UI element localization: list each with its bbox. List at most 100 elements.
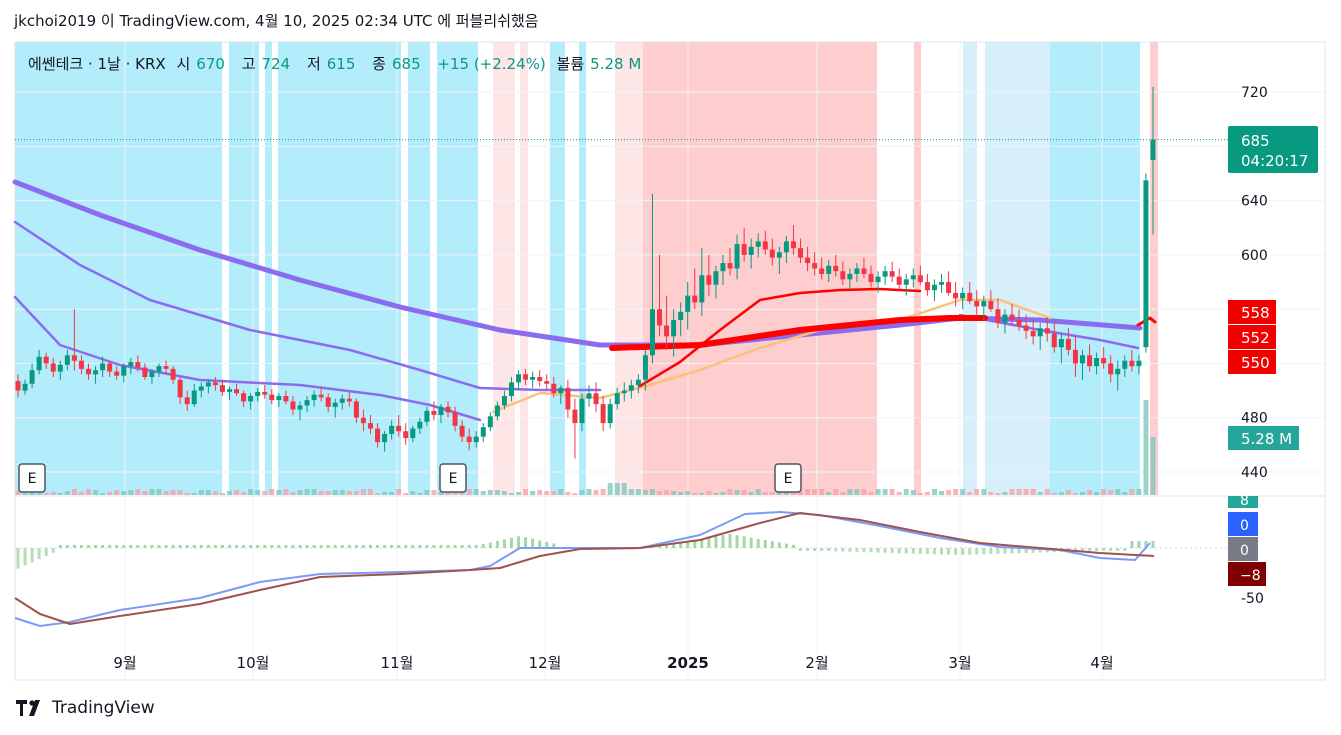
macd-histogram-bar bbox=[108, 545, 112, 548]
candle-body bbox=[812, 263, 818, 269]
macd-histogram-bar bbox=[728, 534, 732, 548]
candle-body bbox=[946, 282, 952, 293]
x-tick-label: 2025 bbox=[667, 654, 709, 672]
candle-body bbox=[544, 381, 550, 384]
macd-histogram-bar bbox=[961, 548, 965, 555]
macd-histogram-bar bbox=[72, 545, 76, 548]
volume-bar bbox=[981, 489, 987, 495]
macd-histogram-bar bbox=[347, 545, 351, 548]
volume-bar bbox=[614, 483, 620, 495]
volume-bar bbox=[854, 489, 860, 495]
candle-body bbox=[1030, 330, 1036, 337]
macd-tag-value: 0 bbox=[1240, 518, 1249, 534]
candle-body bbox=[452, 412, 458, 426]
volume-bar bbox=[375, 493, 381, 495]
volume-bar bbox=[142, 491, 148, 495]
volume-bar bbox=[389, 492, 395, 495]
candle-body bbox=[226, 389, 232, 392]
macd-histogram-bar bbox=[1088, 548, 1092, 552]
macd-histogram-bar bbox=[136, 545, 140, 548]
volume-bar bbox=[163, 491, 169, 495]
candle-body bbox=[875, 276, 881, 283]
candle-body bbox=[114, 371, 120, 376]
macd-histogram-bar bbox=[813, 548, 817, 551]
macd-histogram-bar bbox=[270, 545, 274, 548]
volume-bar bbox=[107, 492, 113, 495]
volume-bar bbox=[170, 490, 176, 495]
macd-histogram-bar bbox=[206, 545, 210, 548]
macd-histogram-bar bbox=[784, 543, 788, 548]
macd-histogram-bar bbox=[883, 548, 887, 553]
volume-bar bbox=[43, 493, 49, 495]
macd-histogram-bar bbox=[502, 539, 506, 548]
candle-body bbox=[339, 398, 345, 403]
volume-bar bbox=[85, 489, 91, 495]
candle-body bbox=[931, 284, 937, 291]
candle-body bbox=[593, 393, 599, 405]
candle-body bbox=[389, 425, 395, 434]
candle-body bbox=[1080, 355, 1086, 364]
candle-body bbox=[1002, 314, 1008, 323]
candle-body bbox=[184, 397, 190, 405]
candle-body bbox=[43, 356, 49, 364]
macd-histogram-bar bbox=[714, 536, 718, 548]
volume-bar bbox=[367, 489, 373, 495]
macd-histogram-bar bbox=[735, 535, 739, 548]
volume-bar bbox=[198, 490, 204, 495]
volume-bar bbox=[741, 490, 747, 495]
macd-tag-value: −8 bbox=[1240, 568, 1261, 584]
tradingview-logo-icon bbox=[16, 700, 40, 716]
volume-bar bbox=[64, 491, 70, 495]
macd-histogram-bar bbox=[474, 545, 478, 548]
candle-body bbox=[537, 377, 543, 382]
candle-body bbox=[269, 394, 275, 401]
candle-body bbox=[480, 427, 486, 437]
candle-body bbox=[1044, 328, 1050, 334]
macd-histogram-bar bbox=[954, 548, 958, 555]
macd-histogram-bar bbox=[756, 538, 760, 548]
volume-bar bbox=[93, 490, 99, 495]
symbol-legend: 에쎈테크 · 1날 · KRX 시 670 고 724 저 615 종 685 +15 … bbox=[28, 53, 653, 74]
background-band bbox=[520, 42, 528, 495]
volume-bar bbox=[812, 489, 818, 495]
macd-histogram-bar bbox=[354, 545, 358, 548]
tradingview-brand[interactable]: TradingView bbox=[16, 698, 155, 718]
volume-bar bbox=[917, 493, 923, 495]
candle-body bbox=[1087, 355, 1093, 367]
chart-canvas[interactable]: 4404806006407209월 10월 11월 12월 2025 2월 3월 4월-50 … bbox=[0, 0, 1341, 735]
volume-bar bbox=[1129, 489, 1135, 495]
volume-bar bbox=[727, 489, 733, 495]
candle-body bbox=[417, 421, 423, 429]
candle-body bbox=[396, 425, 402, 432]
candle-body bbox=[375, 428, 381, 443]
volume-bar bbox=[290, 492, 296, 495]
volume-bar bbox=[1087, 490, 1093, 495]
volume-bar bbox=[713, 493, 719, 495]
macd-histogram-bar bbox=[453, 545, 457, 548]
macd-histogram-bar bbox=[1109, 548, 1113, 551]
macd-histogram-bar bbox=[1102, 548, 1106, 551]
volume-bar bbox=[135, 489, 141, 495]
volume-bar bbox=[896, 492, 902, 495]
macd-histogram-bar bbox=[509, 537, 513, 548]
candle-body bbox=[621, 390, 627, 394]
symbol-name[interactable]: 에쎈테크 · 1날 · KRX bbox=[28, 55, 166, 73]
candle-body bbox=[558, 387, 564, 394]
macd-histogram-bar bbox=[890, 548, 894, 553]
earnings-marker-label: E bbox=[784, 471, 793, 487]
last-price-value: 685 bbox=[1241, 132, 1270, 150]
volume-bar bbox=[805, 489, 811, 495]
macd-histogram-bar bbox=[481, 544, 485, 548]
candle-body bbox=[1122, 360, 1128, 369]
macd-histogram-bar bbox=[178, 545, 182, 548]
volume-bar bbox=[1080, 492, 1086, 495]
volume-bar bbox=[1094, 492, 1100, 495]
volume-bar bbox=[508, 493, 514, 495]
candle-body bbox=[367, 423, 373, 429]
volume-bar bbox=[600, 489, 606, 495]
candle-body bbox=[438, 406, 444, 415]
volume-bar bbox=[1002, 492, 1008, 495]
candle-body bbox=[346, 398, 352, 402]
candle-body bbox=[1129, 360, 1135, 367]
candle-body bbox=[1108, 363, 1114, 375]
